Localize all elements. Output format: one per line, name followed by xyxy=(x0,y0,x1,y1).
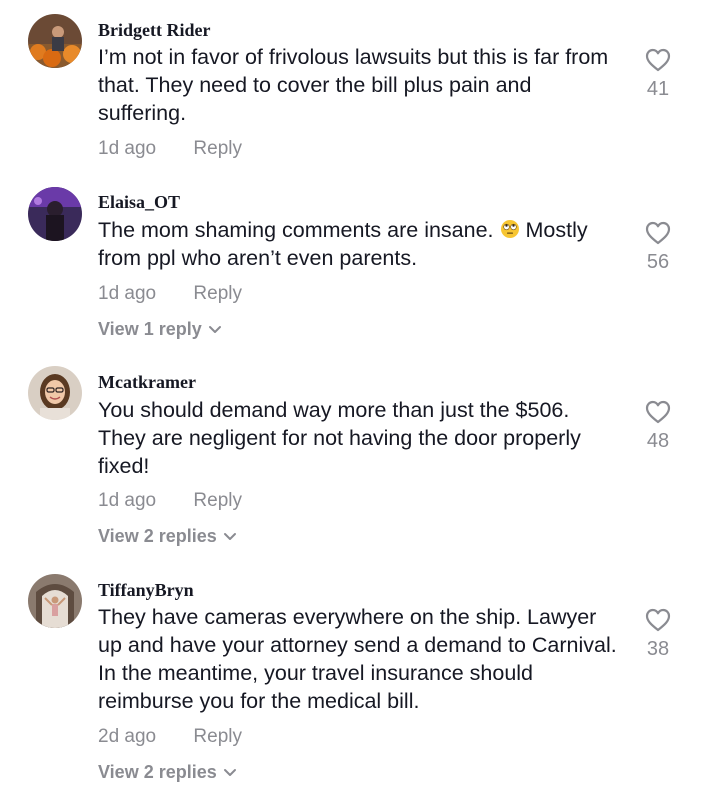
like-count: 41 xyxy=(646,78,670,100)
reply-button[interactable]: Reply xyxy=(193,725,242,749)
reply-button[interactable]: Reply xyxy=(193,489,242,513)
like-count: 56 xyxy=(646,251,670,273)
view-replies-label: View 1 reply xyxy=(98,319,202,339)
avatar[interactable] xyxy=(28,574,82,628)
comment-meta: 2d ago Reply xyxy=(98,725,242,749)
view-replies-label: View 2 replies xyxy=(98,762,217,782)
view-replies-label: View 2 replies xyxy=(98,526,217,546)
comment-text-part: The mom shaming comments are insane. xyxy=(98,218,494,242)
comment-meta: 1d ago Reply xyxy=(98,137,242,161)
like-control: 38 xyxy=(630,608,686,660)
username[interactable]: Elaisa_OT xyxy=(98,191,180,213)
comment-text: I’m not in favor of frivolous lawsuits b… xyxy=(98,45,609,125)
username[interactable]: Bridgett Rider xyxy=(98,19,210,41)
comment-meta: 1d ago Reply xyxy=(98,282,242,306)
avatar-image xyxy=(28,14,82,68)
heart-outline-icon[interactable] xyxy=(645,221,671,245)
like-count: 38 xyxy=(646,638,670,660)
comment-text: They have cameras everywhere on the ship… xyxy=(98,605,617,713)
timestamp: 1d ago xyxy=(98,138,157,159)
timestamp: 2d ago xyxy=(98,726,157,747)
timestamp: 1d ago xyxy=(98,490,157,511)
face-with-rolling-eyes-icon xyxy=(500,220,519,238)
comment-meta: 1d ago Reply xyxy=(98,489,242,513)
avatar-image xyxy=(28,366,82,420)
reply-button[interactable]: Reply xyxy=(193,282,242,306)
like-control: 41 xyxy=(630,48,686,100)
like-control: 56 xyxy=(630,221,686,273)
avatar-image xyxy=(28,187,82,241)
avatar[interactable] xyxy=(28,366,82,420)
heart-outline-icon[interactable] xyxy=(645,48,671,72)
chevron-down-icon xyxy=(208,326,221,333)
comment-text: The mom shaming comments are insane. Mos… xyxy=(98,216,618,272)
like-count: 48 xyxy=(646,430,670,452)
username[interactable]: Mcatkramer xyxy=(98,371,196,393)
username[interactable]: TiffanyBryn xyxy=(98,579,194,601)
avatar[interactable] xyxy=(28,187,82,241)
heart-outline-icon[interactable] xyxy=(645,608,671,632)
like-control: 48 xyxy=(630,400,686,452)
chevron-down-icon xyxy=(223,533,236,540)
heart-outline-icon[interactable] xyxy=(645,400,671,424)
avatar[interactable] xyxy=(28,14,82,68)
chevron-down-icon xyxy=(223,769,236,776)
view-replies-button[interactable]: View 2 replies xyxy=(98,761,237,783)
view-replies-button[interactable]: View 2 replies xyxy=(98,525,237,547)
reply-button[interactable]: Reply xyxy=(193,137,242,161)
view-replies-button[interactable]: View 1 reply xyxy=(98,318,222,340)
avatar-image xyxy=(28,574,82,628)
comment-text: You should demand way more than just the… xyxy=(98,398,581,478)
timestamp: 1d ago xyxy=(98,283,157,304)
